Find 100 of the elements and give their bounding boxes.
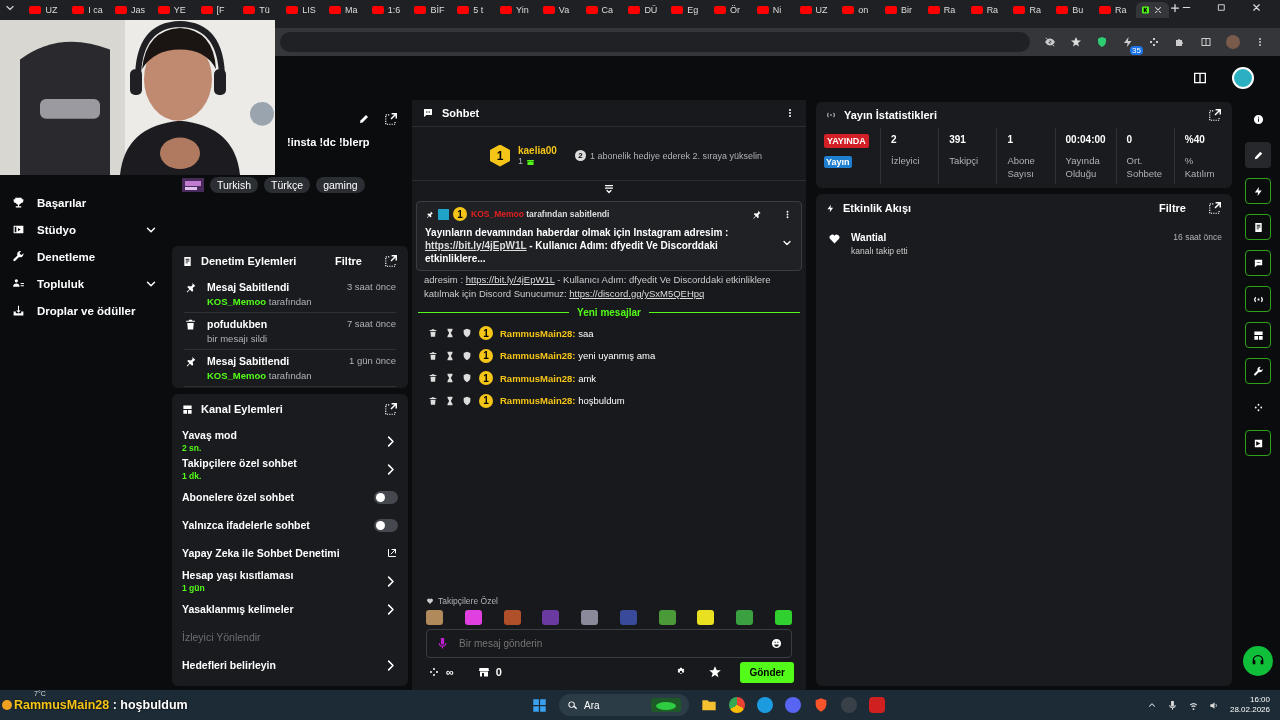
rail-button[interactable]	[1245, 178, 1271, 204]
ban-icon[interactable]	[462, 373, 472, 384]
delete-icon[interactable]	[428, 328, 438, 339]
timeout-icon[interactable]	[445, 395, 455, 406]
message-input[interactable]: Bir mesaj gönderin	[426, 629, 792, 658]
ban-icon[interactable]	[462, 328, 472, 339]
browser-tab[interactable]: Ra	[964, 2, 1008, 18]
filter-button[interactable]: Filtre	[335, 255, 362, 267]
nav-item[interactable]: Denetleme	[12, 243, 170, 270]
link[interactable]: https://bit.ly/4jEpW1L	[465, 274, 555, 285]
microphone-icon[interactable]	[1166, 699, 1178, 711]
card-icon[interactable]	[1192, 70, 1208, 86]
nav-item[interactable]: Stüdyo	[12, 216, 170, 243]
browser-tab[interactable]: Bir	[879, 2, 922, 18]
shield-icon[interactable]	[813, 697, 829, 713]
browser-tab[interactable]: YE	[151, 2, 195, 18]
browser-tab[interactable]: BİF	[408, 2, 452, 18]
timeout-icon[interactable]	[445, 350, 455, 361]
popout-icon[interactable]	[384, 112, 398, 126]
edit-icon[interactable]	[358, 113, 370, 125]
filter-button[interactable]: Filtre	[1159, 202, 1186, 214]
browser-tab[interactable]: Yin	[494, 2, 537, 18]
new-tab-icon[interactable]	[1168, 2, 1181, 14]
browser-tab[interactable]: Ra	[1092, 2, 1136, 18]
rail-button[interactable]	[1245, 250, 1271, 276]
rail-button[interactable]	[1245, 358, 1271, 384]
store-icon[interactable]	[477, 666, 490, 678]
eye-off-icon[interactable]	[1044, 36, 1056, 48]
toggle-switch[interactable]	[374, 490, 398, 504]
browser-tab[interactable]: 1:6	[365, 2, 409, 18]
delete-icon[interactable]	[428, 395, 438, 406]
popout-icon[interactable]	[1208, 201, 1222, 215]
timeout-icon[interactable]	[445, 328, 455, 339]
browser-tab[interactable]: LIS	[280, 2, 323, 18]
delete-icon[interactable]	[428, 373, 438, 384]
browser-tab[interactable]: I ca	[66, 2, 109, 18]
maximize-icon[interactable]	[1215, 2, 1227, 13]
folder-icon[interactable]	[701, 697, 717, 713]
shield-icon[interactable]	[1096, 36, 1108, 48]
unpin-icon[interactable]	[751, 208, 762, 220]
browser-tab[interactable]: Jas	[109, 2, 152, 18]
browser-tab[interactable]: Ör	[707, 2, 751, 18]
browser-icon[interactable]	[729, 697, 745, 713]
points-icon[interactable]	[428, 666, 440, 678]
browser-tab[interactable]: Va	[536, 2, 580, 18]
browser-tab[interactable]: UZ	[23, 2, 67, 18]
support-button[interactable]	[1243, 646, 1273, 676]
settings-icon[interactable]	[676, 667, 687, 677]
nav-item[interactable]: Topluluk	[12, 270, 170, 297]
tag-chip[interactable]: gaming	[316, 177, 365, 193]
nav-item[interactable]: Başarılar	[12, 189, 170, 216]
tag-chip[interactable]: Turkish	[210, 177, 259, 193]
emote-icon[interactable]	[736, 610, 754, 625]
browser-tab[interactable]: Ma	[322, 2, 366, 18]
close-icon[interactable]	[1250, 2, 1262, 13]
collapse-icon[interactable]	[603, 183, 615, 195]
browser-tab[interactable]: UZ	[793, 2, 837, 18]
emote-icon[interactable]	[697, 610, 715, 625]
popout-icon[interactable]	[1208, 108, 1222, 122]
popout-icon[interactable]	[384, 402, 398, 416]
chat-app-icon[interactable]	[785, 697, 801, 713]
browser-tab[interactable]: Eg	[665, 2, 708, 18]
nav-item[interactable]: Droplar ve ödüller	[12, 297, 170, 324]
rail-button[interactable]	[1245, 214, 1271, 240]
volume-icon[interactable]	[1208, 699, 1220, 711]
taskbar-search[interactable]: Ara	[559, 694, 689, 716]
browser-icon[interactable]	[757, 697, 773, 713]
browser-tab[interactable]: [F	[194, 2, 238, 18]
rail-button[interactable]	[1245, 142, 1271, 168]
rail-button[interactable]	[1245, 322, 1271, 348]
link[interactable]: https://discord.gg/ySxM5QEHpq	[569, 288, 705, 299]
browser-tab[interactable]: Ni	[750, 2, 794, 18]
browser-tab[interactable]: Ra	[921, 2, 965, 18]
browser-tab[interactable]: DÜ	[622, 2, 666, 18]
star-icon[interactable]	[1070, 36, 1082, 48]
timeout-icon[interactable]	[445, 373, 455, 384]
browser-tab[interactable]: Ca	[579, 2, 623, 18]
avatar-icon[interactable]	[1232, 67, 1254, 89]
emoji-icon[interactable]	[771, 638, 782, 649]
rail-button[interactable]	[1245, 286, 1271, 312]
rail-button[interactable]	[1245, 430, 1271, 456]
puzzle-icon[interactable]	[1174, 36, 1186, 48]
browser-tab[interactable]: 5 t	[451, 2, 495, 18]
browser-tab[interactable]: Ra	[1007, 2, 1051, 18]
ban-icon[interactable]	[462, 395, 472, 406]
browser-tab[interactable]: Bu	[1050, 2, 1093, 18]
popout-icon[interactable]	[384, 254, 398, 268]
browser-tab[interactable]: Tü	[237, 2, 281, 18]
toggle-switch[interactable]	[374, 518, 398, 532]
ban-icon[interactable]	[462, 350, 472, 361]
tag-chip[interactable]: Türkçe	[264, 177, 311, 193]
send-button[interactable]: Gönder	[740, 661, 794, 683]
emote-icon[interactable]	[581, 610, 599, 625]
link[interactable]: https://bit.ly/4jEpW1L	[425, 240, 527, 251]
chevron-up-icon[interactable]	[1146, 700, 1157, 710]
delete-icon[interactable]	[428, 350, 438, 361]
start-icon[interactable]	[532, 697, 547, 713]
emote-icon[interactable]	[774, 610, 792, 625]
browser-tab[interactable]: on	[836, 2, 880, 18]
browser-tab[interactable]	[1135, 2, 1169, 18]
